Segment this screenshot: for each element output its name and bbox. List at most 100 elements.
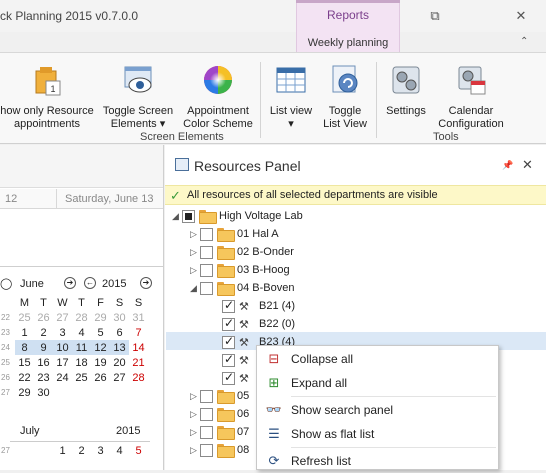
show-only-resource-appointments-button[interactable]: 1 how only Resource appointments xyxy=(0,63,94,131)
menu-item-show-search-panel[interactable]: 👓 Show search panel xyxy=(257,398,498,422)
tree-checkbox[interactable] xyxy=(200,389,213,403)
tree-checkbox[interactable] xyxy=(222,316,235,331)
expand-arrow-icon[interactable]: ▷ xyxy=(190,409,200,420)
tree-checkbox[interactable] xyxy=(222,334,235,349)
tree-checkbox[interactable] xyxy=(200,281,213,295)
tree-checkbox[interactable] xyxy=(200,227,213,241)
list-view-button[interactable]: List view ▾ xyxy=(266,63,316,131)
tree-node[interactable]: ⚒ B22 (0) xyxy=(222,315,295,333)
calendar-day[interactable]: 27 xyxy=(53,310,72,325)
calendar-day[interactable]: 14 xyxy=(129,340,148,355)
calendar-day[interactable]: 3 xyxy=(91,443,110,458)
calendar-day[interactable]: 4 xyxy=(72,325,91,340)
month-label[interactable]: June xyxy=(20,278,44,290)
tree-node[interactable]: ▷ 02 B-Onder xyxy=(190,243,294,261)
calendar-day[interactable]: 20 xyxy=(110,355,129,370)
calendar-day[interactable]: 23 xyxy=(34,370,53,385)
tree-checkbox[interactable] xyxy=(222,352,235,367)
calendar-day[interactable]: 10 xyxy=(53,340,72,355)
tree-checkbox[interactable] xyxy=(200,245,213,259)
calendar-day[interactable]: 25 xyxy=(15,310,34,325)
calendar-day[interactable]: 25 xyxy=(72,370,91,385)
tree-node[interactable]: ⚒ xyxy=(222,351,259,369)
tree-checkbox[interactable] xyxy=(200,407,213,421)
tree-node[interactable]: ⚒ xyxy=(222,369,259,387)
tree-node[interactable]: ▷ 05 xyxy=(190,387,249,405)
prev-year-icon[interactable]: ← xyxy=(84,277,96,289)
calendar-day[interactable]: 5 xyxy=(129,443,148,458)
menu-item-expand-all[interactable]: ⊞ Expand all xyxy=(257,371,498,395)
tree-node[interactable]: ▷ 06 xyxy=(190,405,249,423)
calendar-day[interactable]: 24 xyxy=(53,370,72,385)
day-header[interactable]: Saturday, June 13 xyxy=(65,193,153,205)
calendar-day[interactable]: 6 xyxy=(110,325,129,340)
calendar-day[interactable]: 1 xyxy=(15,325,34,340)
calendar-day[interactable]: 26 xyxy=(34,310,53,325)
calendar-day[interactable]: 19 xyxy=(91,355,110,370)
expand-arrow-icon[interactable]: ▷ xyxy=(190,229,200,240)
expand-arrow-icon[interactable]: ▷ xyxy=(190,265,200,276)
tree-node[interactable]: ▷ 08 xyxy=(190,441,249,459)
expand-arrow-icon[interactable]: ▷ xyxy=(190,445,200,456)
tree-checkbox[interactable] xyxy=(182,209,195,223)
toggle-list-view-button[interactable]: Toggle List View xyxy=(320,63,370,131)
calendar-day[interactable]: 29 xyxy=(91,310,110,325)
close-window-icon[interactable]: ✕ xyxy=(510,6,532,26)
tree-checkbox[interactable] xyxy=(222,370,235,385)
calendar-day[interactable]: 17 xyxy=(53,355,72,370)
tree-node[interactable]: ▷ 01 Hal A xyxy=(190,225,279,243)
calendar-day[interactable]: 29 xyxy=(15,385,34,400)
close-panel-icon[interactable]: ✕ xyxy=(522,157,533,173)
menu-item-show-as-flat-list[interactable]: ☰ Show as flat list xyxy=(257,422,498,446)
menu-item-refresh-list[interactable]: ⟳ Refresh list xyxy=(257,449,498,473)
calendar-day[interactable]: 2 xyxy=(72,443,91,458)
next-month-icon[interactable]: ➔ xyxy=(64,277,76,289)
calendar-day[interactable]: 15 xyxy=(15,355,34,370)
calendar-day[interactable]: 9 xyxy=(34,340,53,355)
calendar-day[interactable]: 31 xyxy=(129,310,148,325)
calendar-day[interactable]: 12 xyxy=(91,340,110,355)
tree-checkbox[interactable] xyxy=(200,425,213,439)
calendar-day[interactable]: 3 xyxy=(53,325,72,340)
calendar-day[interactable]: 28 xyxy=(72,310,91,325)
calendar-day[interactable]: 30 xyxy=(34,385,53,400)
next-year-icon[interactable]: ➔ xyxy=(140,277,152,289)
tree-node[interactable]: ◢ 04 B-Boven xyxy=(190,279,294,297)
tree-node[interactable]: ⚒ B21 (4) xyxy=(222,297,295,315)
calendar-day[interactable]: 28 xyxy=(129,370,148,385)
calendar-day[interactable]: 30 xyxy=(110,310,129,325)
expand-arrow-icon[interactable]: ▷ xyxy=(190,427,200,438)
pin-icon[interactable]: 📌 xyxy=(502,160,513,171)
calendar-day[interactable]: 5 xyxy=(91,325,110,340)
calendar-day[interactable]: 27 xyxy=(110,370,129,385)
collapse-arrow-icon[interactable]: ◢ xyxy=(172,211,182,222)
appointment-color-scheme-button[interactable]: Appointment Color Scheme xyxy=(182,63,254,131)
calendar-day[interactable]: 13 xyxy=(110,340,129,355)
calendar-day[interactable]: 22 xyxy=(15,370,34,385)
year-label[interactable]: 2015 xyxy=(102,278,126,290)
calendar-day[interactable]: 18 xyxy=(72,355,91,370)
calendar-day[interactable]: 16 xyxy=(34,355,53,370)
calendar-day[interactable]: 11 xyxy=(72,340,91,355)
tree-checkbox[interactable] xyxy=(200,263,213,277)
calendar-day[interactable]: 2 xyxy=(34,325,53,340)
tree-node[interactable]: ▷ 07 xyxy=(190,423,249,441)
day-header[interactable]: 12 xyxy=(5,193,17,205)
settings-button[interactable]: Settings xyxy=(382,63,430,118)
calendar-day[interactable]: 26 xyxy=(91,370,110,385)
menu-item-collapse-all[interactable]: ⊟ Collapse all xyxy=(257,347,498,371)
calendar-day[interactable] xyxy=(15,443,34,458)
toggle-screen-elements-button[interactable]: Toggle Screen Elements ▾ xyxy=(100,63,176,131)
calendar-day[interactable]: 8 xyxy=(15,340,34,355)
expand-arrow-icon[interactable]: ▷ xyxy=(190,391,200,402)
tree-checkbox[interactable] xyxy=(222,298,235,313)
collapse-ribbon-icon[interactable]: ⌃ xyxy=(520,36,528,47)
calendar-day[interactable] xyxy=(34,443,53,458)
tree-checkbox[interactable] xyxy=(200,443,213,457)
collapse-arrow-icon[interactable]: ◢ xyxy=(190,283,200,294)
calendar-day[interactable]: 1 xyxy=(53,443,72,458)
tree-node[interactable]: ◢ High Voltage Lab xyxy=(172,207,303,225)
month-label[interactable]: July xyxy=(20,425,40,437)
restore-icon[interactable]: ⧉ xyxy=(424,6,446,26)
expand-arrow-icon[interactable]: ▷ xyxy=(190,247,200,258)
